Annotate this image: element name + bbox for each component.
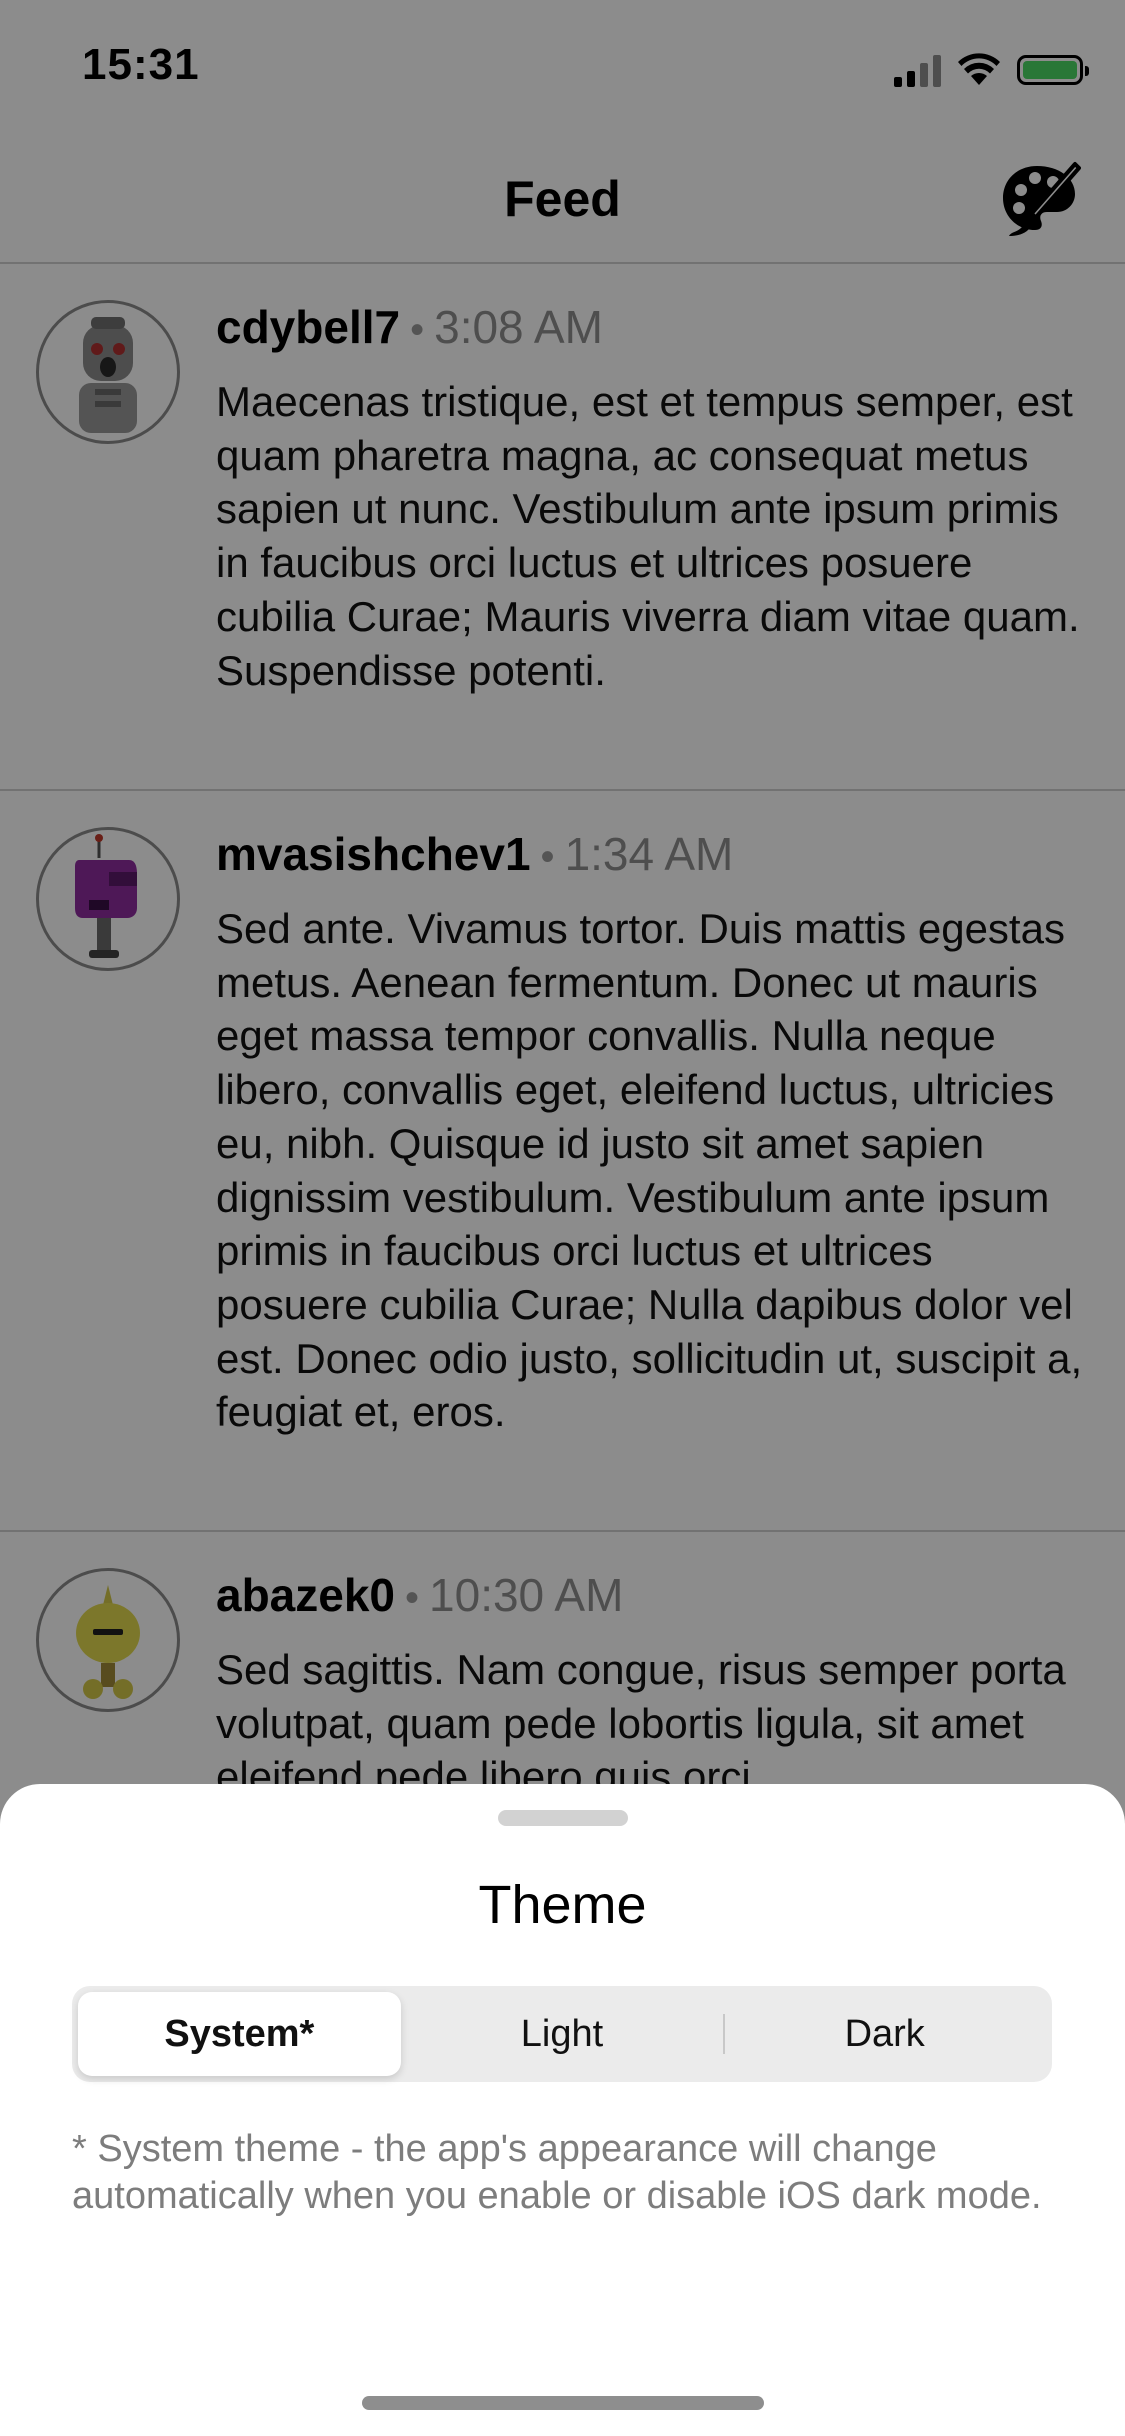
theme-sheet: Theme System* Light Dark * System theme … bbox=[0, 1784, 1125, 2436]
sheet-title: Theme bbox=[478, 1875, 647, 1935]
segment-dark[interactable]: Dark bbox=[723, 1992, 1046, 2076]
feed-screen: 15:31 Feed cdybell7 • 3:08 AM Maecenas t… bbox=[0, 0, 1125, 2436]
segment-light[interactable]: Light bbox=[401, 1992, 724, 2076]
theme-note: * System theme - the app's appearance wi… bbox=[72, 2128, 1042, 2217]
sheet-grabber[interactable] bbox=[498, 1810, 628, 1826]
home-indicator bbox=[362, 2396, 764, 2410]
theme-segmented-control: System* Light Dark bbox=[72, 1986, 1052, 2082]
segment-system[interactable]: System* bbox=[78, 1992, 401, 2076]
